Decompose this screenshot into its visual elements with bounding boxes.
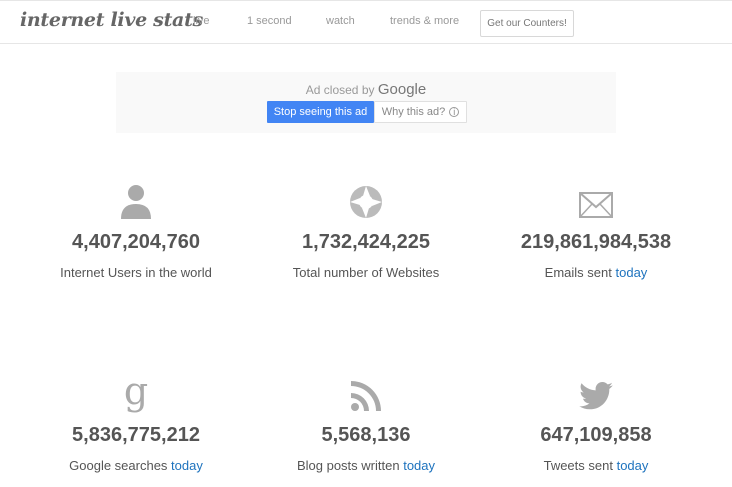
- nav-live[interactable]: live: [193, 15, 210, 27]
- stop-seeing-ad-button[interactable]: Stop seeing this ad: [267, 101, 374, 123]
- stat-label: Blog posts written today: [296, 458, 436, 473]
- stat-value: 5,568,136: [321, 424, 411, 446]
- ad-closed-label: Ad closed by: [305, 83, 375, 97]
- stat-label: Tweets sent today: [543, 458, 649, 473]
- google-wordmark: Google: [377, 81, 427, 98]
- rss-icon: [244, 381, 488, 411]
- globe-icon: [244, 185, 488, 219]
- why-this-ad-button[interactable]: Why this ad? i: [374, 101, 467, 123]
- ad-closed-text: Ad closed by Google: [116, 81, 616, 98]
- today-link[interactable]: today: [171, 458, 203, 473]
- ad-closed-panel: Ad closed by Google Stop seeing this ad …: [116, 72, 616, 133]
- nav-trends-more[interactable]: trends & more: [390, 15, 459, 27]
- stat-label: Internet Users in the world: [60, 265, 212, 280]
- stat-value: 1,732,424,225: [302, 231, 430, 253]
- twitter-icon: [474, 382, 718, 410]
- today-link[interactable]: today: [616, 265, 648, 280]
- today-link[interactable]: today: [617, 458, 649, 473]
- get-counters-button[interactable]: Get our Counters!: [480, 10, 574, 37]
- info-icon: i: [449, 107, 460, 117]
- nav-watch[interactable]: watch: [326, 15, 355, 27]
- stat-label: Google searches today: [69, 458, 203, 473]
- stat-label: Emails sent today: [544, 265, 648, 280]
- mail-icon: [474, 192, 718, 218]
- stat-label: Total number of Websites: [292, 265, 440, 280]
- stat-value: 647,109,858: [540, 424, 652, 446]
- nav-1-second[interactable]: 1 second: [247, 15, 292, 27]
- user-icon: [14, 183, 258, 219]
- stat-value: 4,407,204,760: [72, 231, 200, 253]
- stat-value: 219,861,984,538: [520, 231, 672, 253]
- google-icon: g: [123, 369, 149, 413]
- site-logo[interactable]: internet live stats: [20, 9, 203, 31]
- why-this-ad-label: Why this ad?: [381, 106, 446, 118]
- stat-value: 5,836,775,212: [72, 424, 200, 446]
- today-link[interactable]: today: [403, 458, 435, 473]
- top-navbar: internet live stats live 1 second watch …: [0, 0, 732, 44]
